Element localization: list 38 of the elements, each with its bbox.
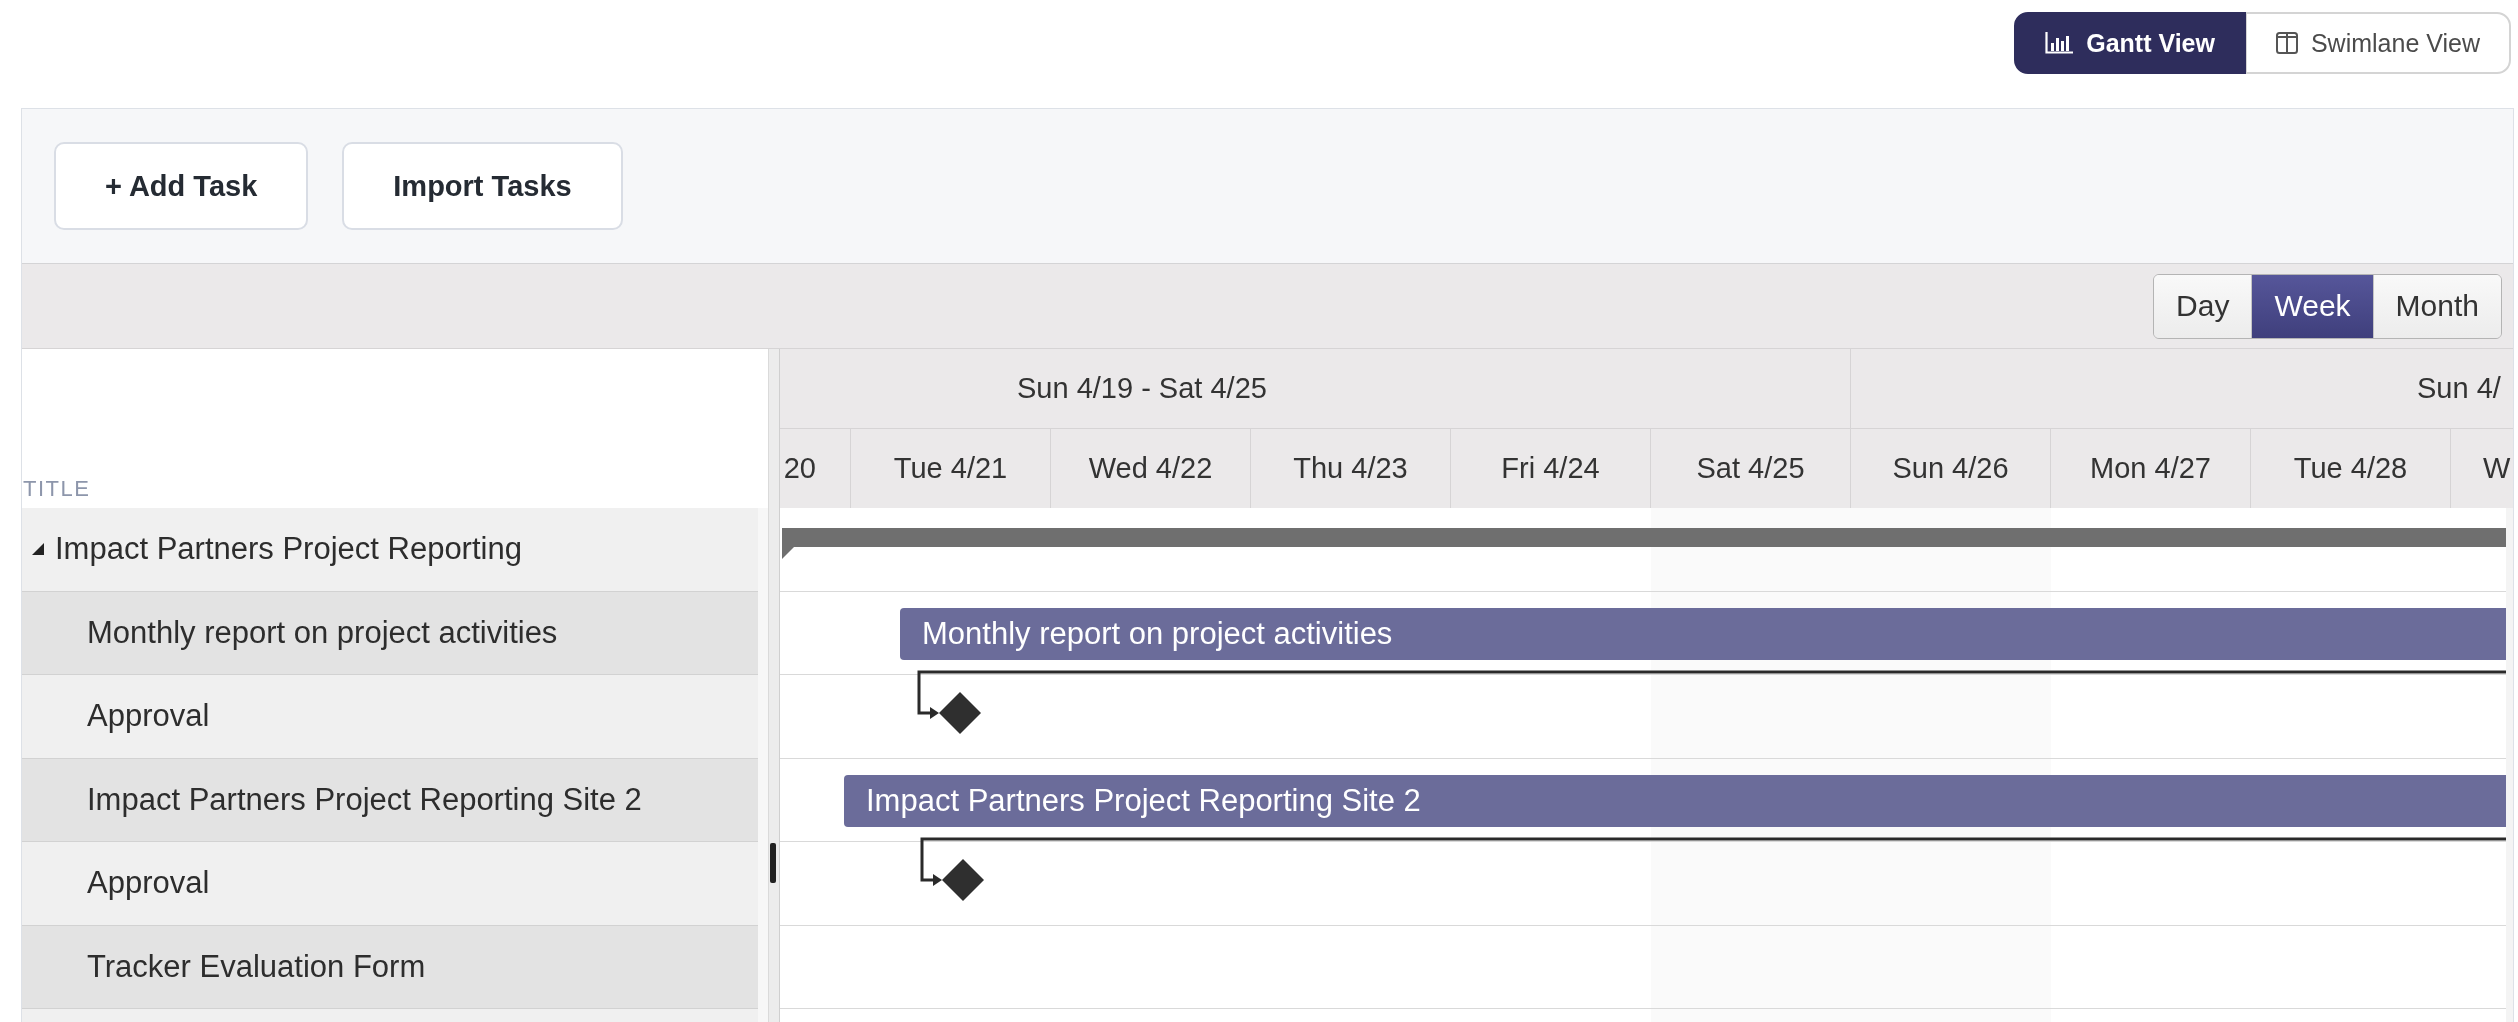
- task-title: Monthly report on project activities: [87, 614, 558, 651]
- column-header: TITLE: [23, 476, 91, 502]
- week-label: Sun 4/19 - Sat 4/25: [1017, 372, 1267, 405]
- day-label: Sat 4/25: [1696, 452, 1805, 485]
- columns-icon: [2275, 32, 2298, 54]
- day-label: 20: [783, 452, 816, 485]
- toolbar-button[interactable]: Import Tasks: [342, 142, 623, 230]
- milestone-diamond[interactable]: [942, 859, 984, 901]
- time-scale-button[interactable]: Day: [2154, 274, 2252, 338]
- resize-handle[interactable]: [770, 843, 776, 883]
- caret-icon[interactable]: [32, 543, 44, 556]
- view-toggle-button[interactable]: Gantt View: [2014, 12, 2246, 74]
- view-toggle-button[interactable]: Swimlane View: [2245, 12, 2511, 74]
- task-title: Approval: [87, 865, 210, 902]
- milestone-diamond[interactable]: [939, 692, 981, 734]
- day-label: Wed 4/22: [1088, 452, 1213, 485]
- day-label: Tue 4/28: [2293, 452, 2408, 485]
- time-scale-button[interactable]: Month: [2372, 274, 2501, 338]
- summary-bar[interactable]: [782, 528, 2506, 559]
- day-label: Fri 4/24: [1501, 452, 1600, 485]
- time-scale-button[interactable]: Week: [2251, 274, 2373, 338]
- day-label: Mon 4/27: [2090, 452, 2211, 485]
- task-title: Impact Partners Project Reporting Site 2: [87, 781, 642, 818]
- bar-chart-icon: [2045, 32, 2074, 54]
- task-title: Approval: [87, 698, 210, 735]
- day-label: Sun 4/26: [1892, 452, 2009, 485]
- task-title: Tracker Evaluation Form: [87, 948, 426, 985]
- task-bar[interactable]: Impact Partners Project Reporting Site 2: [844, 774, 2506, 827]
- toolbar-button[interactable]: + Add Task: [54, 142, 309, 230]
- day-label: Thu 4/23: [1293, 452, 1408, 485]
- task-row[interactable]: Tracker Evaluation Form: [22, 925, 758, 1009]
- week-label: Sun 4/: [2417, 372, 2501, 405]
- task-row[interactable]: Monthly report on project activities: [22, 591, 758, 675]
- day-label: W: [2483, 452, 2511, 485]
- task-row[interactable]: Impact Partners Project Reporting Site 2: [22, 758, 758, 842]
- day-label: Tue 4/21: [893, 452, 1008, 485]
- task-bar[interactable]: Monthly report on project activities: [900, 607, 2506, 660]
- task-title: Impact Partners Project Reporting: [55, 531, 522, 568]
